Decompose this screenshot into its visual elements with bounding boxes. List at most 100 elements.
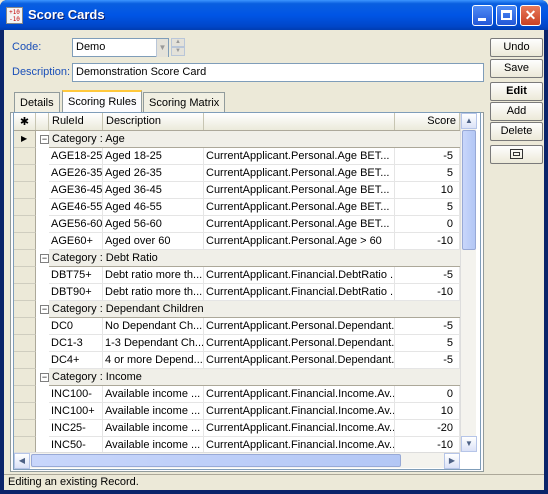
header-expression[interactable] xyxy=(204,113,395,130)
scroll-left-icon[interactable]: ◀ xyxy=(14,453,30,469)
cell-expression[interactable]: CurrentApplicant.Financial.Income.Av... xyxy=(204,420,395,437)
cell-score[interactable]: -10 xyxy=(395,284,460,301)
cell-description[interactable]: Aged 26-35 xyxy=(103,165,204,182)
collapse-group-icon[interactable]: − xyxy=(40,305,49,314)
cell-description[interactable]: Debt ratio more th... xyxy=(103,267,204,284)
cell-score[interactable]: -5 xyxy=(395,318,460,335)
table-row[interactable]: AGE60+ Aged over 60 CurrentApplicant.Perso… xyxy=(14,233,460,250)
cell-description[interactable]: Aged 46-55 xyxy=(103,199,204,216)
cell-expression[interactable]: CurrentApplicant.Personal.Age BET... xyxy=(204,199,395,216)
tab-scoring-matrix[interactable]: Scoring Matrix xyxy=(143,92,226,112)
cell-expression[interactable]: CurrentApplicant.Personal.Age BET... xyxy=(204,182,395,199)
edit-button[interactable]: Edit xyxy=(490,82,543,101)
table-row[interactable]: DBT75+ Debt ratio more th... CurrentApplic… xyxy=(14,267,460,284)
cell-score[interactable]: 0 xyxy=(395,216,460,233)
cell-ruleid[interactable]: INC25- xyxy=(49,420,103,437)
cell-description[interactable]: 4 or more Depend... xyxy=(103,352,204,369)
cell-description[interactable]: Aged 56-60 xyxy=(103,216,204,233)
cell-expression[interactable]: CurrentApplicant.Financial.DebtRatio ... xyxy=(204,284,395,301)
cell-ruleid[interactable]: AGE36-45 xyxy=(49,182,103,199)
code-combobox[interactable]: Demo ▼ xyxy=(72,38,169,57)
cell-score[interactable]: -10 xyxy=(395,233,460,250)
cell-expression[interactable]: CurrentApplicant.Personal.Dependant... xyxy=(204,335,395,352)
undo-button[interactable]: Undo xyxy=(490,38,543,57)
scoring-rules-grid[interactable]: ✱ RuleId Description Score ▶ − Category : … xyxy=(13,112,481,470)
scroll-right-icon[interactable]: ▶ xyxy=(444,453,460,469)
table-row[interactable]: AGE46-55 Aged 46-55 CurrentApplicant.Perso… xyxy=(14,199,460,216)
collapse-group-icon[interactable]: − xyxy=(40,373,49,382)
cell-score[interactable]: 5 xyxy=(395,335,460,352)
cell-expression[interactable]: CurrentApplicant.Personal.Age BET... xyxy=(204,216,395,233)
table-row[interactable]: AGE56-60 Aged 56-60 CurrentApplicant.Perso… xyxy=(14,216,460,233)
cell-description[interactable]: Aged 18-25 xyxy=(103,148,204,165)
cell-ruleid[interactable]: INC100- xyxy=(49,386,103,403)
category-group-header[interactable]: Category : Age xyxy=(49,131,460,148)
cell-description[interactable]: No Dependant Ch... xyxy=(103,318,204,335)
table-row[interactable]: DC1-3 1-3 Dependant Ch... CurrentApplicant… xyxy=(14,335,460,352)
table-row[interactable]: DC0 No Dependant Ch... CurrentApplicant.Pe… xyxy=(14,318,460,335)
cell-description[interactable]: Aged over 60 xyxy=(103,233,204,250)
table-row[interactable]: DC4+ 4 or more Depend... CurrentApplicant.… xyxy=(14,352,460,369)
cell-score[interactable]: 5 xyxy=(395,199,460,216)
header-score[interactable]: Score xyxy=(395,113,460,130)
collapse-group-icon[interactable]: − xyxy=(40,135,49,144)
cell-expression[interactable]: CurrentApplicant.Personal.Dependant... xyxy=(204,352,395,369)
tab-details[interactable]: Details xyxy=(14,92,60,112)
table-row[interactable]: INC25- Available income ... CurrentApplica… xyxy=(14,420,460,437)
cell-score[interactable]: -5 xyxy=(395,267,460,284)
scroll-down-icon[interactable]: ▼ xyxy=(461,436,477,452)
cell-ruleid[interactable]: INC100+ xyxy=(49,403,103,420)
delete-button[interactable]: Delete xyxy=(490,122,543,141)
table-row[interactable]: INC100- Available income ... CurrentApplic… xyxy=(14,386,460,403)
table-row[interactable]: INC100+ Available income ... CurrentApplic… xyxy=(14,403,460,420)
table-row[interactable]: AGE26-35 Aged 26-35 CurrentApplicant.Perso… xyxy=(14,165,460,182)
tab-scoring-rules[interactable]: Scoring Rules xyxy=(62,90,143,112)
cell-score[interactable]: 10 xyxy=(395,403,460,420)
row-selector[interactable]: ▶ xyxy=(14,131,36,148)
table-row[interactable]: DBT90+ Debt ratio more th... CurrentApplic… xyxy=(14,284,460,301)
cell-expression[interactable]: CurrentApplicant.Personal.Dependant... xyxy=(204,318,395,335)
header-description[interactable]: Description xyxy=(103,113,204,130)
cell-ruleid[interactable]: AGE46-55 xyxy=(49,199,103,216)
cell-expression[interactable]: CurrentApplicant.Personal.Age > 60 xyxy=(204,233,395,250)
category-group-header[interactable]: Category : Dependant Children xyxy=(49,301,460,318)
horizontal-scrollbar[interactable]: ◀ ▶ xyxy=(14,452,460,469)
cell-ruleid[interactable]: DC4+ xyxy=(49,352,103,369)
save-button[interactable]: Save xyxy=(490,59,543,78)
close-button[interactable]: ✕ xyxy=(520,5,541,26)
minimize-button[interactable] xyxy=(472,5,493,26)
category-group-header[interactable]: Category : Debt Ratio xyxy=(49,250,460,267)
cell-ruleid[interactable]: DC1-3 xyxy=(49,335,103,352)
row-selector[interactable] xyxy=(14,250,36,267)
cell-expression[interactable]: CurrentApplicant.Personal.Age BET... xyxy=(204,165,395,182)
cell-description[interactable]: Available income ... xyxy=(103,403,204,420)
title-bar[interactable]: +10 -10 Score Cards ✕ xyxy=(0,0,548,30)
maximize-button[interactable] xyxy=(496,5,517,26)
spin-up-button[interactable]: ▲ xyxy=(171,38,185,47)
cell-ruleid[interactable]: DBT90+ xyxy=(49,284,103,301)
vertical-scrollbar[interactable]: ▲ ▼ xyxy=(460,113,477,452)
cell-ruleid[interactable]: AGE56-60 xyxy=(49,216,103,233)
cell-expression[interactable]: CurrentApplicant.Financial.Income.Av... xyxy=(204,386,395,403)
add-button[interactable]: Add xyxy=(490,102,543,121)
cell-score[interactable]: 5 xyxy=(395,165,460,182)
cell-description[interactable]: Available income ... xyxy=(103,386,204,403)
cell-score[interactable]: 0 xyxy=(395,386,460,403)
cell-ruleid[interactable]: AGE26-35 xyxy=(49,165,103,182)
vertical-scroll-thumb[interactable] xyxy=(462,130,476,250)
edit-rules-button[interactable] xyxy=(490,145,543,164)
description-field[interactable]: Demonstration Score Card xyxy=(72,63,484,82)
table-row[interactable]: AGE18-25 Aged 18-25 CurrentApplicant.Perso… xyxy=(14,148,460,165)
category-group-header[interactable]: Category : Income xyxy=(49,369,460,386)
cell-ruleid[interactable]: DC0 xyxy=(49,318,103,335)
cell-description[interactable]: Available income ... xyxy=(103,420,204,437)
cell-score[interactable]: -20 xyxy=(395,420,460,437)
cell-ruleid[interactable]: AGE60+ xyxy=(49,233,103,250)
chevron-down-icon[interactable]: ▼ xyxy=(156,39,168,57)
scroll-up-icon[interactable]: ▲ xyxy=(461,113,477,129)
cell-expression[interactable]: CurrentApplicant.Financial.Income.Av... xyxy=(204,403,395,420)
row-selector[interactable] xyxy=(14,301,36,318)
table-row[interactable]: AGE36-45 Aged 36-45 CurrentApplicant.Perso… xyxy=(14,182,460,199)
cell-description[interactable]: 1-3 Dependant Ch... xyxy=(103,335,204,352)
spin-down-button[interactable]: ▼ xyxy=(171,47,185,56)
